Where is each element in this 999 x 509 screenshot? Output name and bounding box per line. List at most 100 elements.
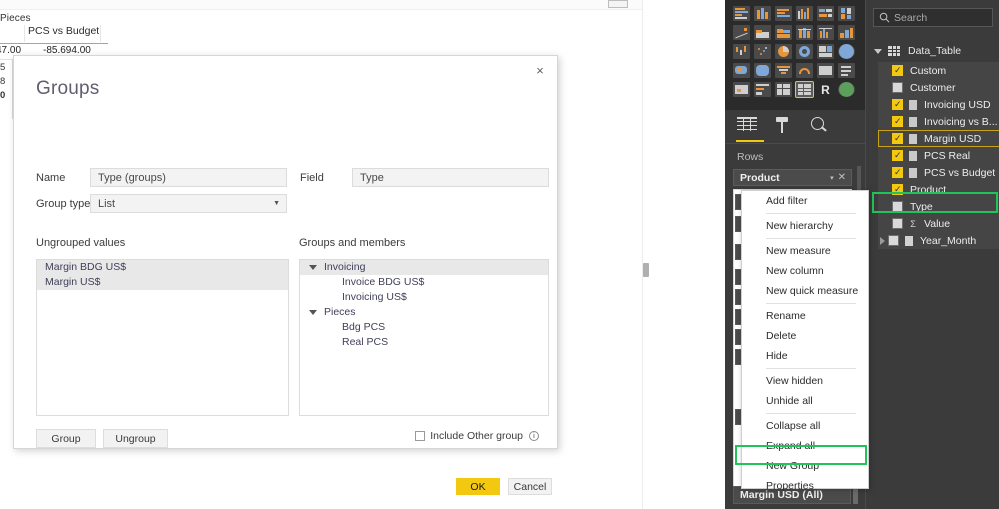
stacked-area-chart-icon[interactable] [775,25,792,40]
menu-item-collapse-all[interactable]: Collapse all [742,416,868,436]
field-checkbox[interactable] [892,201,903,212]
field-checkbox[interactable] [892,149,903,161]
area-chart-icon[interactable] [754,25,771,40]
donut-chart-icon[interactable] [796,44,813,59]
clustered-column-chart-icon[interactable] [796,6,813,21]
menu-item-new-column[interactable]: New column [742,261,868,281]
group-member-row[interactable]: Real PCS [300,335,548,350]
menu-item-new-group[interactable]: New Group [742,456,868,476]
treemap-icon[interactable] [817,44,834,59]
group-member-row[interactable]: Invoice BDG US$ [300,275,548,290]
table-icon[interactable] [775,82,792,97]
field-row-year-month[interactable]: Year_Month [878,232,999,249]
collapse-caret-icon[interactable] [309,310,317,315]
collapse-caret-icon[interactable] [874,48,882,54]
menu-item-hide[interactable]: Hide [742,346,868,366]
funnel-chart-icon[interactable] [775,63,792,78]
groups-and-members-list[interactable]: Invoicing Invoice BDG US$ Invoicing US$ … [299,259,549,416]
field-checkbox[interactable] [892,166,903,178]
matrix-icon[interactable] [795,81,814,98]
field-row-invoicing-usd[interactable]: Invoicing USD [878,96,999,113]
include-other-group-checkbox[interactable] [415,431,426,441]
canvas-scrollbar-thumb[interactable] [643,263,649,277]
collapse-caret-icon[interactable] [309,265,317,270]
shape-map-icon[interactable] [754,63,771,78]
field-row-custom[interactable]: Custom [878,62,999,79]
info-icon[interactable]: i [529,431,539,441]
field-row-value[interactable]: Σ Value [878,215,999,232]
field-row-margin-usd[interactable]: Margin USD [878,130,999,147]
ribbon-chart-icon[interactable] [838,25,855,40]
group-type-select[interactable]: List ▼ [90,194,287,213]
fields-table-header[interactable]: Data_Table [866,42,999,60]
menu-item-new-measure[interactable]: New measure [742,241,868,261]
slicer-icon[interactable] [754,82,771,97]
field-row-pcs-vs-budget[interactable]: PCS vs Budget [878,164,999,181]
line-stacked-column-chart-icon[interactable] [796,25,813,40]
stacked-bar-chart-icon[interactable] [733,6,750,21]
field-row-product[interactable]: Product [878,181,999,198]
menu-item-new-hierarchy[interactable]: New hierarchy [742,216,868,236]
ungroup-button[interactable]: Ungroup [103,429,168,448]
remove-field-icon[interactable]: ✕ [838,172,851,183]
field-checkbox[interactable] [892,64,903,76]
ungrouped-values-list[interactable]: Margin BDG US$ Margin US$ [36,259,289,416]
fields-tab-icon[interactable] [737,116,763,136]
waterfall-chart-icon[interactable] [733,44,750,59]
field-well-chip-product[interactable]: Product ▾ ✕ [733,169,852,186]
expand-caret-icon[interactable] [880,236,885,245]
field-checkbox[interactable] [892,98,903,110]
field-checkbox[interactable] [892,132,903,144]
clustered-bar-chart-icon[interactable] [775,6,792,21]
100-stacked-bar-chart-icon[interactable] [817,6,834,21]
close-icon[interactable]: × [527,59,553,81]
line-chart-icon[interactable] [733,25,750,40]
format-tab-icon[interactable] [773,116,799,136]
field-row-invoicing-vs-b[interactable]: Invoicing vs B... [878,113,999,130]
python-visual-icon[interactable] [838,82,855,97]
pie-chart-icon[interactable] [775,44,792,59]
menu-item-view-hidden[interactable]: View hidden [742,371,868,391]
gauge-chart-icon[interactable] [796,63,813,78]
scatter-chart-icon[interactable] [754,44,771,59]
menu-item-new-quick-measure[interactable]: New quick measure [742,281,868,301]
field-checkbox[interactable] [892,183,903,195]
r-script-visual-icon[interactable]: R [817,82,834,97]
field-checkbox[interactable] [892,218,903,229]
menu-item-properties[interactable]: Properties [742,476,868,496]
field-row-pcs-real[interactable]: PCS Real [878,147,999,164]
filled-map-icon[interactable] [733,63,750,78]
field-row-customer[interactable]: Customer [878,79,999,96]
field-checkbox[interactable] [888,235,899,246]
cancel-button[interactable]: Cancel [508,478,552,495]
list-item[interactable]: Margin US$ [37,275,288,290]
field-checkbox[interactable] [892,115,903,127]
canvas-scrollbar[interactable] [642,0,650,509]
search-input[interactable]: Search [873,8,993,27]
map-icon[interactable] [838,44,855,59]
field-row-type[interactable]: Type [878,198,999,215]
group-member-row[interactable]: Invoicing US$ [300,290,548,305]
chevron-down-icon[interactable]: ▾ [830,174,838,182]
group-button[interactable]: Group [36,429,96,448]
ok-button[interactable]: OK [456,478,500,495]
100-stacked-column-chart-icon[interactable] [838,6,855,21]
menu-item-rename[interactable]: Rename [742,306,868,326]
include-other-group-row[interactable]: Include Other group i [415,430,539,442]
menu-item-delete[interactable]: Delete [742,326,868,346]
line-clustered-column-chart-icon[interactable] [817,25,834,40]
multi-row-card-icon[interactable] [838,63,855,78]
card-icon[interactable] [817,63,834,78]
matrix-visual-icon[interactable] [608,0,628,8]
menu-item-add-filter[interactable]: Add filter [742,191,868,211]
group-member-row[interactable]: Bdg PCS [300,320,548,335]
group-header-row[interactable]: Invoicing [300,260,548,275]
menu-item-unhide-all[interactable]: Unhide all [742,391,868,411]
stacked-column-chart-icon[interactable] [754,6,771,21]
list-item[interactable]: Margin BDG US$ [37,260,288,275]
menu-item-expand-all[interactable]: Expand all [742,436,868,456]
group-header-row[interactable]: Pieces [300,305,548,320]
name-input[interactable]: Type (groups) [90,168,287,187]
field-checkbox[interactable] [892,82,903,93]
analytics-tab-icon[interactable] [809,116,835,136]
